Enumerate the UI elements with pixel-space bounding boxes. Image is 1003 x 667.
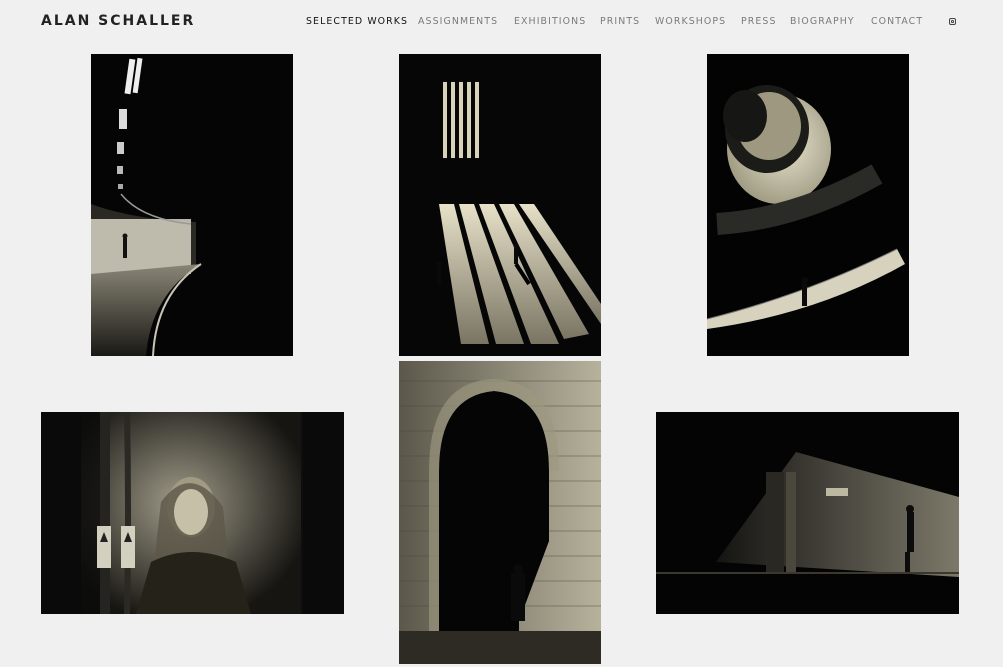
nav-assignments[interactable]: ASSIGNMENTS [418,16,498,28]
photo-underground-tunnel-image [91,54,293,356]
nav-press[interactable]: PRESS [741,16,777,28]
photo-spiral-staircase[interactable] [707,54,909,356]
photo-light-window-figures-image [399,54,601,356]
nav-exhibitions[interactable]: EXHIBITIONS [514,16,586,28]
photo-light-window-figures[interactable] [399,54,601,356]
photo-street-light-beam[interactable] [656,412,959,614]
photo-spiral-staircase-image [707,54,909,356]
nav-contact[interactable]: CONTACT [871,16,923,28]
nav-workshops[interactable]: WORKSHOPS [655,16,726,28]
instagram-icon[interactable] [949,18,956,25]
nav-selected-works[interactable]: SELECTED WORKS [306,16,408,28]
nav-biography[interactable]: BIOGRAPHY [790,16,855,28]
photo-street-light-beam-image [656,412,959,614]
photo-underground-tunnel[interactable] [91,54,293,356]
nav-prints[interactable]: PRINTS [600,16,640,28]
site-logo[interactable]: ALAN SCHALLER [41,13,195,29]
photo-woman-train-window[interactable] [41,412,344,614]
photo-arched-doorway-man-image [399,361,601,664]
photo-arched-doorway-man[interactable] [399,361,601,664]
photo-woman-train-window-image [41,412,344,614]
